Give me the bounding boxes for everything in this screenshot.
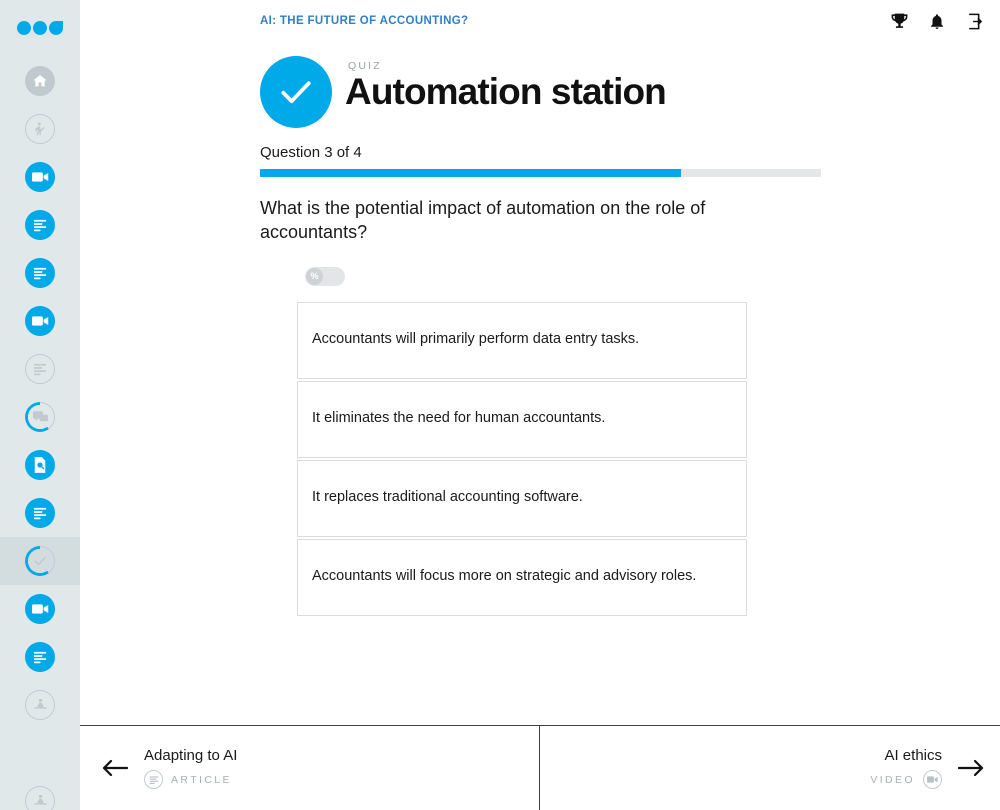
three-dot-logo[interactable] (17, 19, 63, 36)
answer-option-text: Accountants will primarily perform data … (312, 331, 640, 348)
previous-lesson-title: Adapting to AI (144, 746, 238, 764)
answer-option[interactable]: Accountants will primarily perform data … (297, 301, 747, 379)
article-icon (25, 258, 55, 288)
home-icon (25, 66, 55, 96)
answer-option[interactable]: It replaces traditional accounting softw… (297, 459, 747, 537)
discussion-icon (25, 402, 55, 432)
answer-option[interactable]: Accountants will focus more on strategic… (297, 538, 747, 616)
next-lesson-button[interactable]: AI ethics VIDEO (540, 726, 1000, 810)
toggle-container: % (260, 266, 1000, 286)
meditate-icon (25, 690, 55, 720)
question-text: What is the potential impact of automati… (260, 198, 706, 242)
check-circle-icon (260, 56, 332, 128)
percent-toggle-knob: % (306, 267, 323, 285)
logo-dot-1 (17, 20, 31, 35)
previous-lesson-info: Adapting to AI ARTICLE (144, 747, 237, 790)
quiz-heading-text: QUIZ Automation station (345, 56, 667, 112)
course-outline-rail (0, 57, 80, 810)
logo-dot-3 (49, 20, 63, 35)
quiz-header: QUIZ Automation station (260, 56, 1000, 128)
next-lesson-meta: VIDEO (870, 770, 942, 790)
answer-option-text: It eliminates the need for human account… (312, 410, 606, 427)
article-icon (25, 354, 55, 384)
logo-dot-2 (33, 20, 47, 35)
page-title: Automation station (345, 71, 667, 112)
breadcrumb[interactable]: AI: THE FUTURE OF ACCOUNTING? (260, 15, 468, 27)
arrow-left-icon[interactable] (100, 753, 130, 783)
sidebar-item-video-1[interactable] (0, 153, 80, 201)
sidebar-item-article-4[interactable] (0, 489, 80, 537)
percent-toggle[interactable]: % (305, 266, 345, 286)
sidebar-item-article-1[interactable] (0, 201, 80, 249)
article-icon (144, 770, 163, 790)
check-circle-icon (25, 546, 55, 576)
bottom-navigation: Adapting to AI ARTICLE AI ethics VIDEO (80, 725, 1000, 810)
video-icon (25, 306, 55, 336)
sidebar-item-article-2[interactable] (0, 249, 80, 297)
video-icon (25, 162, 55, 192)
app-root: AI: THE FUTURE OF ACCOUNTING? QUIZ Autom… (0, 0, 1000, 810)
sidebar-item-spacer (0, 729, 80, 777)
sidebar-item-discussion[interactable] (0, 393, 80, 441)
previous-lesson-meta: ARTICLE (144, 770, 237, 790)
previous-lesson-button[interactable]: Adapting to AI ARTICLE (80, 726, 540, 810)
bell-icon[interactable] (926, 10, 948, 32)
article-icon (25, 642, 55, 672)
article-icon (25, 210, 55, 240)
document-search-icon (25, 450, 55, 480)
video-icon (923, 770, 942, 790)
quiz-progress-bar (260, 169, 821, 177)
sidebar-item-article-5[interactable] (0, 633, 80, 681)
next-lesson-kind: VIDEO (870, 773, 915, 786)
video-icon (25, 594, 55, 624)
sidebar (0, 0, 80, 810)
sidebar-item-finish[interactable] (0, 777, 80, 810)
sidebar-item-home[interactable] (0, 57, 80, 105)
previous-lesson-kind: ARTICLE (171, 773, 232, 786)
question-counter: Question 3 of 4 (260, 144, 362, 161)
next-lesson-info: AI ethics VIDEO (870, 747, 942, 790)
sidebar-item-reflect[interactable] (0, 681, 80, 729)
quiz-progress-fill (260, 169, 681, 177)
answer-option[interactable]: It eliminates the need for human account… (297, 380, 747, 458)
answer-option-text: Accountants will focus more on strategic… (312, 568, 697, 585)
next-lesson-title: AI ethics (884, 746, 942, 764)
sidebar-item-video-3[interactable] (0, 585, 80, 633)
meditate-icon (25, 786, 55, 810)
answer-options-list: Accountants will primarily perform data … (260, 301, 747, 616)
main-content: AI: THE FUTURE OF ACCOUNTING? QUIZ Autom… (80, 0, 1000, 810)
answer-option-text: It replaces traditional accounting softw… (312, 489, 583, 506)
quiz-panel: QUIZ Automation station Question 3 of 4 … (260, 56, 1000, 618)
top-bar: AI: THE FUTURE OF ACCOUNTING? (80, 0, 1000, 46)
arrow-right-icon[interactable] (956, 753, 986, 783)
sidebar-item-video-2[interactable] (0, 297, 80, 345)
sidebar-item-document[interactable] (0, 441, 80, 489)
top-bar-icons (888, 10, 986, 32)
sidebar-item-quiz[interactable] (0, 537, 80, 585)
trophy-icon[interactable] (888, 10, 910, 32)
logout-icon[interactable] (964, 10, 986, 32)
person-wave-icon (25, 114, 55, 144)
sidebar-item-welcome[interactable] (0, 105, 80, 153)
sidebar-item-article-3[interactable] (0, 345, 80, 393)
article-icon (25, 498, 55, 528)
